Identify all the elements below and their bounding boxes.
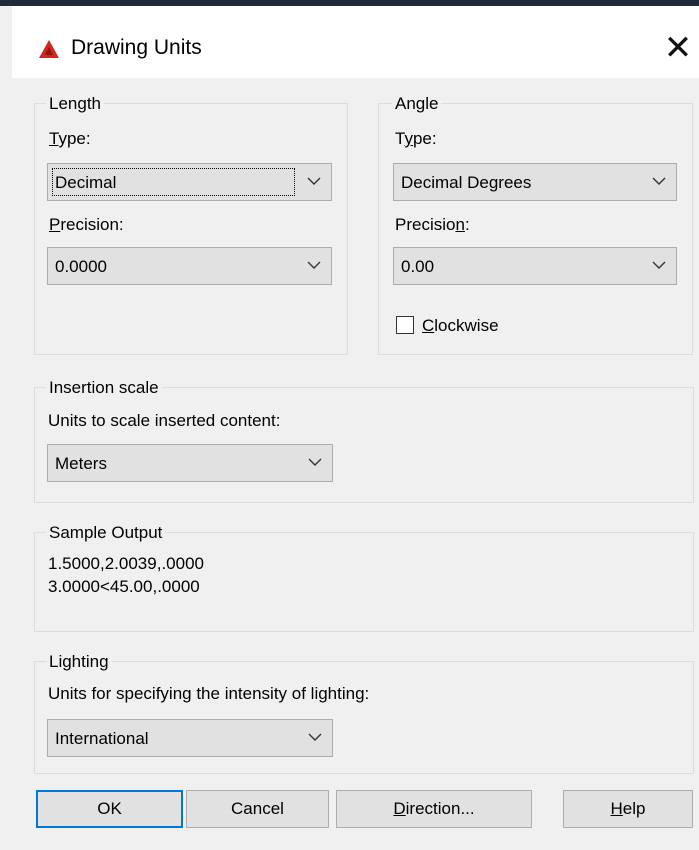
angle-legend: Angle xyxy=(392,94,442,114)
length-precision-label: Precision: xyxy=(49,215,124,234)
insertion-scale-legend: Insertion scale xyxy=(46,378,162,398)
lighting-units-value: International xyxy=(55,729,149,748)
angle-precision-label: Precision: xyxy=(395,215,470,234)
insertion-scale-label: Units to scale inserted content: xyxy=(48,411,281,430)
lighting-group xyxy=(34,661,694,774)
autocad-app-icon xyxy=(39,40,59,58)
close-icon: ✕ xyxy=(663,28,693,68)
length-type-select[interactable]: Decimal xyxy=(47,163,332,201)
lighting-label: Units for specifying the intensity of li… xyxy=(48,684,370,703)
drawing-units-dialog: Drawing Units ✕ Length Type: Decimal Pre… xyxy=(12,6,699,850)
length-type-value: Decimal xyxy=(55,173,117,192)
sample-output-line1: 1.5000,2.0039,.0000 xyxy=(48,554,204,573)
window-left-edge xyxy=(0,6,12,850)
angle-precision-select[interactable]: 0.00 xyxy=(393,247,677,285)
chevron-down-icon xyxy=(308,458,322,466)
insertion-units-value: Meters xyxy=(55,454,107,473)
angle-type-value: Decimal Degrees xyxy=(401,173,532,192)
length-precision-select[interactable]: 0.0000 xyxy=(47,247,332,285)
length-type-label: Type: xyxy=(49,129,91,148)
chevron-down-icon xyxy=(307,177,321,185)
title-bar: Drawing Units ✕ xyxy=(12,6,699,78)
cancel-button[interactable]: Cancel xyxy=(186,790,329,828)
clockwise-checkbox[interactable] xyxy=(396,316,414,334)
angle-type-select[interactable]: Decimal Degrees xyxy=(393,163,677,201)
sample-output-line2: 3.0000<45.00,.0000 xyxy=(48,577,200,596)
ok-button[interactable]: OK xyxy=(36,790,183,828)
lighting-legend: Lighting xyxy=(46,652,112,672)
chevron-down-icon xyxy=(307,261,321,269)
insertion-units-select[interactable]: Meters xyxy=(47,444,333,482)
chevron-down-icon xyxy=(652,177,666,185)
length-legend: Length xyxy=(46,94,104,114)
help-button[interactable]: Help xyxy=(563,790,693,828)
close-button[interactable]: ✕ xyxy=(658,28,698,68)
angle-precision-value: 0.00 xyxy=(401,257,435,276)
dialog-title: Drawing Units xyxy=(71,36,202,59)
lighting-units-select[interactable]: International xyxy=(47,719,333,757)
direction-button[interactable]: Direction... xyxy=(336,790,532,828)
chevron-down-icon xyxy=(652,261,666,269)
chevron-down-icon xyxy=(308,733,322,741)
sample-output-legend: Sample Output xyxy=(46,523,166,543)
clockwise-label[interactable]: Clockwise xyxy=(422,316,499,336)
length-precision-value: 0.0000 xyxy=(55,257,107,276)
angle-type-label: Type: xyxy=(395,129,437,148)
